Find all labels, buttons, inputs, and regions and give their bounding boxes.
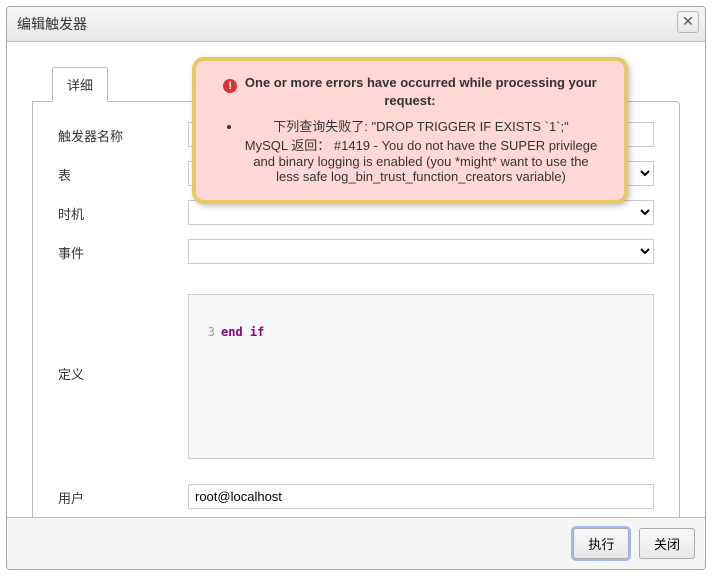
error-query: 下列查询失败了: "DROP TRIGGER IF EXISTS `1`;": [242, 116, 600, 135]
tab-label: 详细: [67, 78, 93, 93]
label-table: 表: [58, 161, 188, 184]
close-button[interactable]: 关闭: [639, 528, 695, 559]
row-event: 事件: [58, 239, 654, 264]
error-list: 下列查询失败了: "DROP TRIGGER IF EXISTS `1`;" M…: [220, 116, 600, 184]
dialog-window: 编辑触发器 ✕ 详细 触发器名称 表 时机: [6, 6, 706, 570]
execute-button[interactable]: 执行: [573, 528, 629, 559]
label-event: 事件: [58, 239, 188, 262]
error-item: 下列查询失败了: "DROP TRIGGER IF EXISTS `1`;" M…: [242, 116, 600, 184]
close-icon[interactable]: ✕: [677, 11, 699, 33]
error-header: ! One or more errors have occurred while…: [220, 75, 600, 108]
dialog-footer: 执行 关闭: [7, 517, 705, 569]
error-mysql: MySQL 返回： #1419 - You do not have the SU…: [242, 135, 600, 184]
titlebar: 编辑触发器 ✕: [7, 7, 705, 42]
gutter-line3: 3: [195, 325, 221, 339]
row-user: 用户: [58, 484, 654, 509]
error-popup: ! One or more errors have occurred while…: [192, 57, 628, 204]
window-title: 编辑触发器: [17, 16, 87, 32]
row-definition: 定义 3 end if: [58, 294, 654, 459]
input-user[interactable]: [188, 484, 654, 509]
error-title: One or more errors have occurred while p…: [245, 75, 597, 108]
select-event[interactable]: [188, 239, 654, 264]
label-definition: 定义: [58, 294, 188, 383]
code-editor[interactable]: 3 end if: [188, 294, 654, 459]
label-trigger-name: 触发器名称: [58, 122, 188, 145]
tab-details[interactable]: 详细: [52, 67, 108, 102]
label-time: 时机: [58, 200, 188, 223]
label-user: 用户: [58, 484, 188, 507]
code-line3: end if: [221, 325, 264, 339]
error-icon: !: [223, 79, 237, 93]
